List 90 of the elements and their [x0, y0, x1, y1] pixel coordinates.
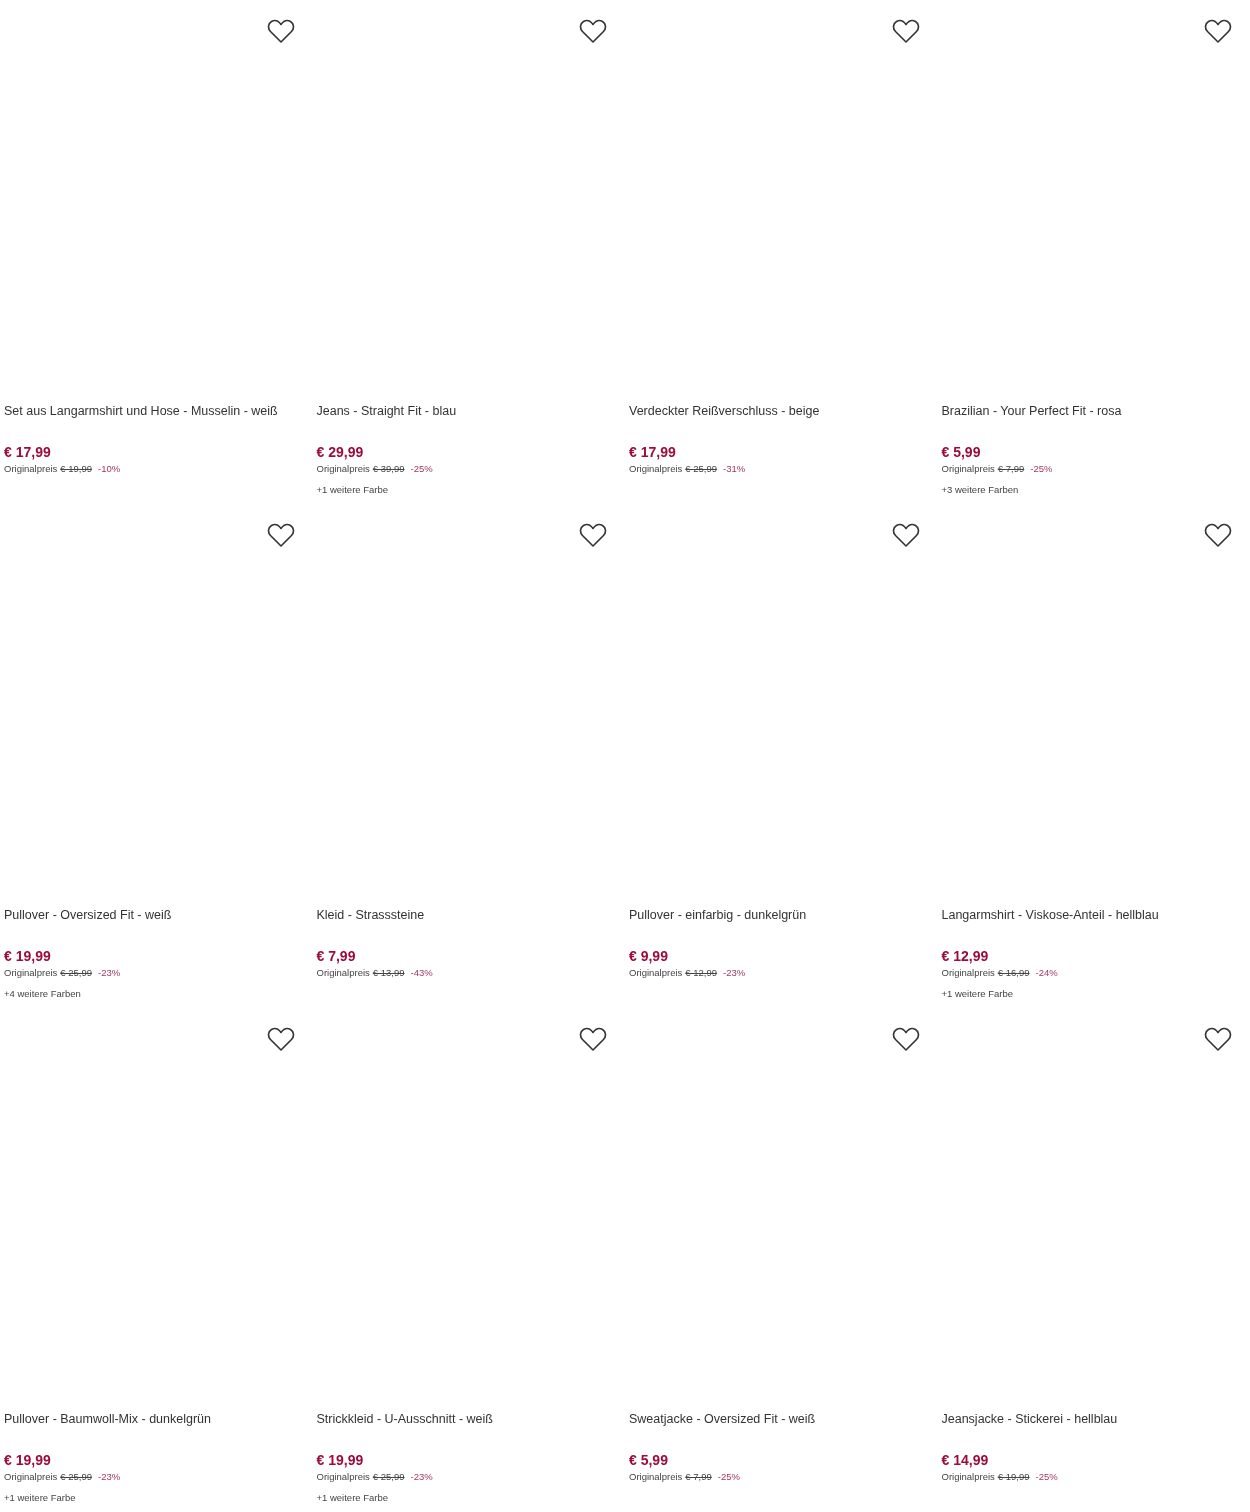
product-title[interactable]: Brazilian - Your Perfect Fit - rosa — [941, 404, 1122, 418]
discount: -10% — [98, 462, 121, 477]
product-title[interactable]: Pullover - Baumwoll-Mix - dunkelgrün — [4, 1412, 212, 1426]
original-price: € 13,99 — [372, 966, 405, 981]
original-price-label: Originalpreis — [629, 966, 683, 981]
original-price: € 7,99 — [997, 462, 1025, 477]
sale-price: € 12,99 — [941, 946, 989, 966]
original-price: € 19,99 — [60, 462, 93, 477]
product-title[interactable]: Strickkleid - U-Ausschnitt - weiß — [316, 1412, 493, 1426]
heart-icon — [266, 1026, 295, 1052]
original-price-label: Originalpreis — [316, 966, 370, 981]
heart-icon — [579, 18, 607, 44]
product-title[interactable]: Jeans - Straight Fit - blau — [316, 404, 457, 418]
sale-price: € 5,99 — [941, 442, 981, 462]
more-colors-text[interactable]: +1 weitere Farbe — [4, 1490, 76, 1506]
heart-icon — [1204, 18, 1232, 44]
discount: -25% — [717, 1470, 740, 1485]
original-price: € 25,99 — [685, 462, 718, 477]
product-title[interactable]: Pullover - einfarbig - dunkelgrün — [629, 908, 807, 922]
sale-price: € 14,99 — [941, 1450, 989, 1470]
discount: -23% — [98, 966, 121, 981]
original-price: € 25,99 — [60, 966, 93, 981]
favorite-button[interactable] — [266, 18, 295, 44]
original-price-label: Originalpreis — [4, 462, 58, 477]
original-price: € 25,99 — [60, 1470, 93, 1485]
sale-price: € 29,99 — [316, 442, 364, 462]
discount: -31% — [723, 462, 746, 477]
heart-icon — [1204, 1026, 1232, 1052]
discount: -25% — [410, 462, 433, 477]
favorite-button[interactable] — [891, 18, 920, 44]
original-price-label: Originalpreis — [316, 462, 370, 477]
heart-icon — [266, 522, 295, 548]
heart-icon — [891, 522, 920, 548]
discount: -43% — [410, 966, 433, 981]
favorite-button[interactable] — [891, 1026, 920, 1052]
original-price: € 39,99 — [372, 462, 405, 477]
discount: -25% — [1030, 462, 1053, 477]
original-price-label: Originalpreis — [316, 1470, 370, 1485]
sale-price: € 19,99 — [4, 1450, 51, 1470]
original-price: € 16,99 — [997, 966, 1030, 981]
product-title[interactable]: Kleid - Strasssteine — [316, 908, 425, 922]
product-title[interactable]: Pullover - Oversized Fit - weiß — [4, 908, 172, 922]
sale-price: € 5,99 — [629, 1450, 668, 1470]
favorite-button[interactable] — [891, 522, 920, 548]
original-price-label: Originalpreis — [4, 1470, 58, 1485]
more-colors-text[interactable]: +1 weitere Farbe — [316, 482, 389, 498]
heart-icon — [579, 522, 607, 548]
original-price-label: Originalpreis — [629, 1470, 683, 1485]
more-colors-text[interactable]: +4 weitere Farben — [4, 986, 81, 1002]
sale-price: € 17,99 — [629, 442, 676, 462]
original-price-label: Originalpreis — [941, 966, 995, 981]
product-title[interactable]: Set aus Langarmshirt und Hose - Musselin - weiß — [4, 404, 278, 418]
favorite-button[interactable] — [579, 1026, 607, 1052]
more-colors-text[interactable]: +3 weitere Farben — [941, 482, 1019, 498]
favorite-button[interactable] — [266, 1026, 295, 1052]
discount: -23% — [410, 1470, 433, 1485]
sale-price: € 19,99 — [316, 1450, 364, 1470]
favorite-button[interactable] — [579, 522, 607, 548]
heart-icon — [891, 18, 920, 44]
discount: -23% — [723, 966, 746, 981]
product-title[interactable]: Verdeckter Reißverschluss - beige — [629, 404, 820, 418]
discount: -25% — [1035, 1470, 1058, 1485]
original-price: € 12,99 — [685, 966, 718, 981]
heart-icon — [1204, 522, 1232, 548]
original-price-label: Originalpreis — [4, 966, 58, 981]
heart-icon — [579, 1026, 607, 1052]
more-colors-text[interactable]: +1 weitere Farbe — [316, 1490, 389, 1506]
product-title[interactable]: Sweatjacke - Oversized Fit - weiß — [629, 1412, 816, 1426]
sale-price: € 17,99 — [4, 442, 51, 462]
discount: -23% — [98, 1470, 121, 1485]
heart-icon — [891, 1026, 920, 1052]
discount: -24% — [1035, 966, 1058, 981]
favorite-button[interactable] — [1204, 18, 1232, 44]
sale-price: € 9,99 — [629, 946, 668, 966]
original-price-label: Originalpreis — [629, 462, 683, 477]
more-colors-text[interactable]: +1 weitere Farbe — [941, 986, 1014, 1002]
favorite-button[interactable] — [579, 18, 607, 44]
sale-price: € 7,99 — [316, 946, 356, 966]
favorite-button[interactable] — [1204, 522, 1232, 548]
original-price-label: Originalpreis — [941, 462, 995, 477]
original-price-label: Originalpreis — [941, 1470, 995, 1485]
sale-price: € 19,99 — [4, 946, 51, 966]
favorite-button[interactable] — [266, 522, 295, 548]
heart-icon — [266, 18, 295, 44]
product-title[interactable]: Jeansjacke - Stickerei - hellblau — [941, 1412, 1118, 1426]
favorite-button[interactable] — [1204, 1026, 1232, 1052]
original-price: € 25,99 — [372, 1470, 405, 1485]
product-title[interactable]: Langarmshirt - Viskose-Anteil - hellblau — [941, 908, 1159, 922]
original-price: € 19,99 — [997, 1470, 1030, 1485]
original-price: € 7,99 — [685, 1470, 712, 1485]
